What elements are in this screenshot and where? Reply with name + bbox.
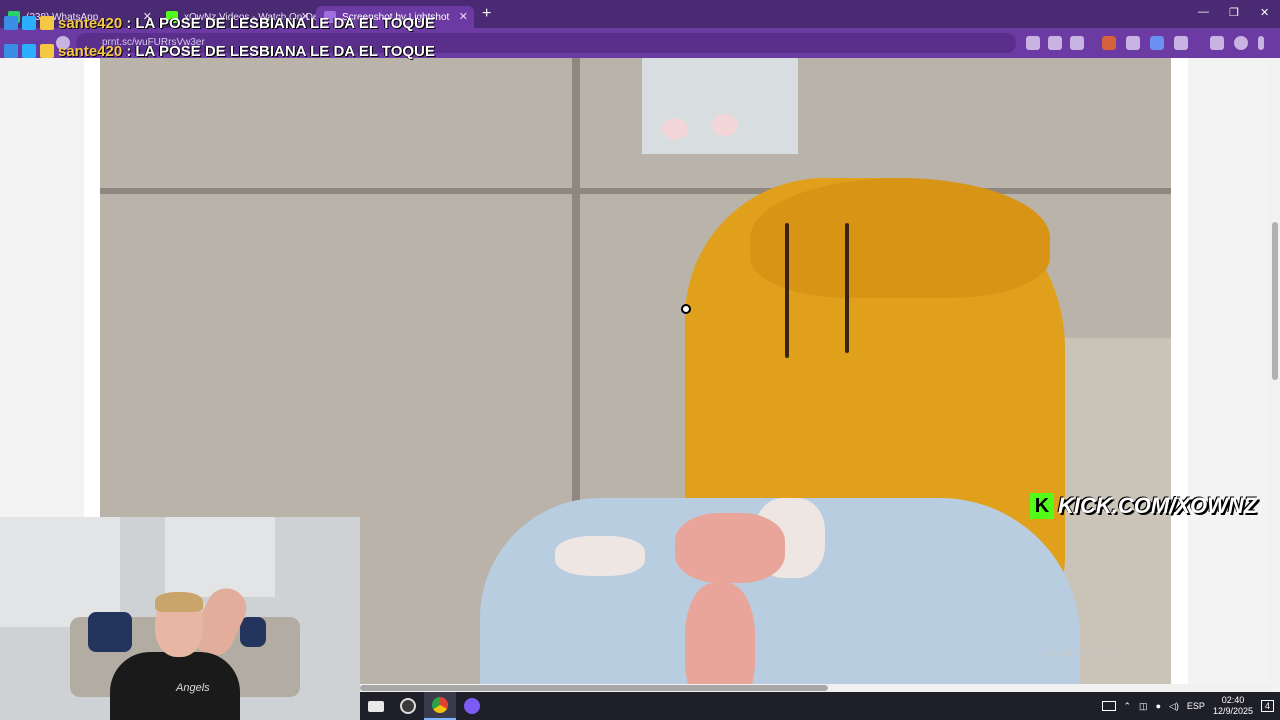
extension-fox-icon[interactable] — [1102, 36, 1116, 50]
streamer-hair — [155, 592, 203, 612]
drawstring — [785, 223, 789, 358]
discord-icon — [464, 698, 480, 714]
pillow — [88, 612, 132, 652]
volume-icon[interactable]: ◁) — [1169, 701, 1179, 712]
chrome-icon — [432, 697, 448, 713]
windows-taskbar: ⌃ ◫ ● ◁) ESP 02:40 12/9/2025 4 — [360, 692, 1280, 720]
notification-count[interactable]: 4 — [1260, 700, 1274, 712]
obs-icon — [400, 698, 416, 714]
chat-message: sante420 : LA POSE DE LESBIANA LE DA EL … — [4, 41, 435, 61]
hood — [750, 178, 1050, 298]
crown-icon — [40, 44, 54, 58]
mail-app-button[interactable] — [360, 692, 392, 720]
chat-username: sante420 — [58, 14, 123, 32]
minimize-button[interactable]: — — [1198, 6, 1209, 18]
drawstring — [845, 223, 849, 353]
chevron-up-icon[interactable]: ⌃ — [1124, 701, 1132, 712]
zoom-icon[interactable] — [1048, 36, 1062, 50]
kick-watermark: K KICK.COM/XOWNZ — [1030, 492, 1257, 520]
chrome-app-button[interactable] — [424, 692, 456, 720]
vertical-scrollbar[interactable] — [1270, 58, 1280, 688]
wall-panel — [165, 517, 275, 597]
hand — [675, 513, 785, 583]
chat-username: sante420 — [58, 42, 123, 60]
streamer-shirt — [110, 652, 240, 720]
badge-icon — [22, 44, 36, 58]
clock-date: 12/9/2025 — [1212, 706, 1253, 716]
scrollbar-thumb[interactable] — [360, 685, 828, 691]
extension-icon[interactable] — [1126, 36, 1140, 50]
horizontal-scrollbar[interactable] — [360, 684, 1270, 692]
chat-text: : LA POSE DE LESBIANA LE DA EL TOQUE — [126, 42, 435, 60]
hand — [685, 583, 755, 688]
cast-icon[interactable] — [1026, 36, 1040, 50]
badge-icon — [4, 16, 18, 30]
profile-icon[interactable] — [1234, 36, 1248, 50]
rat-paw — [662, 118, 688, 140]
kick-logo-icon: K — [1030, 493, 1054, 519]
keyboard-icon[interactable] — [1101, 701, 1116, 711]
close-window-button[interactable]: ✕ — [1260, 6, 1269, 19]
media-control-icon[interactable] — [1210, 36, 1224, 50]
zoom-cursor-icon — [681, 304, 691, 314]
webcam-feed: Angels — [0, 517, 360, 720]
clock[interactable]: 02:40 12/9/2025 — [1213, 695, 1253, 717]
activate-windows-watermark: Activar Windows — [1042, 648, 1116, 659]
rat-face-overlay — [642, 58, 798, 154]
wall-panel — [0, 517, 120, 627]
menu-kebab-icon[interactable] — [1258, 36, 1264, 50]
scrollbar-thumb[interactable] — [1272, 222, 1278, 380]
language-indicator[interactable]: ESP — [1187, 701, 1205, 711]
system-tray: ⌃ ◫ ● ◁) ESP 02:40 12/9/2025 4 — [1101, 692, 1280, 720]
restore-button[interactable]: ❐ — [1229, 6, 1239, 19]
rat-paw — [712, 114, 738, 136]
microphone-icon[interactable]: ● — [1156, 701, 1161, 711]
badge-icon — [4, 44, 18, 58]
close-tab-icon[interactable]: ✕ — [459, 10, 468, 23]
clock-time: 02:40 — [1221, 695, 1245, 705]
chat-message: sante420 : LA POSE DE LESBIANA LE DA EL … — [4, 13, 435, 33]
network-icon[interactable]: ◫ — [1139, 701, 1148, 712]
mail-icon — [368, 700, 384, 712]
wall-joint — [100, 188, 1171, 194]
crown-icon — [40, 16, 54, 30]
chat-text: : LA POSE DE LESBIANA LE DA EL TOQUE — [126, 14, 435, 32]
badge-icon — [22, 16, 36, 30]
discord-app-button[interactable] — [456, 692, 488, 720]
bookmark-star-icon[interactable] — [1070, 36, 1084, 50]
new-tab-button[interactable]: + — [482, 5, 491, 23]
pillow — [240, 617, 266, 647]
puzzle-icon[interactable] — [1174, 36, 1188, 50]
kick-url: KICK.COM/XOWNZ — [1058, 493, 1258, 518]
jeans-rip — [555, 536, 645, 576]
extension-blue-icon[interactable] — [1150, 36, 1164, 50]
obs-app-button[interactable] — [392, 692, 424, 720]
shirt-print: Angels — [176, 682, 210, 694]
